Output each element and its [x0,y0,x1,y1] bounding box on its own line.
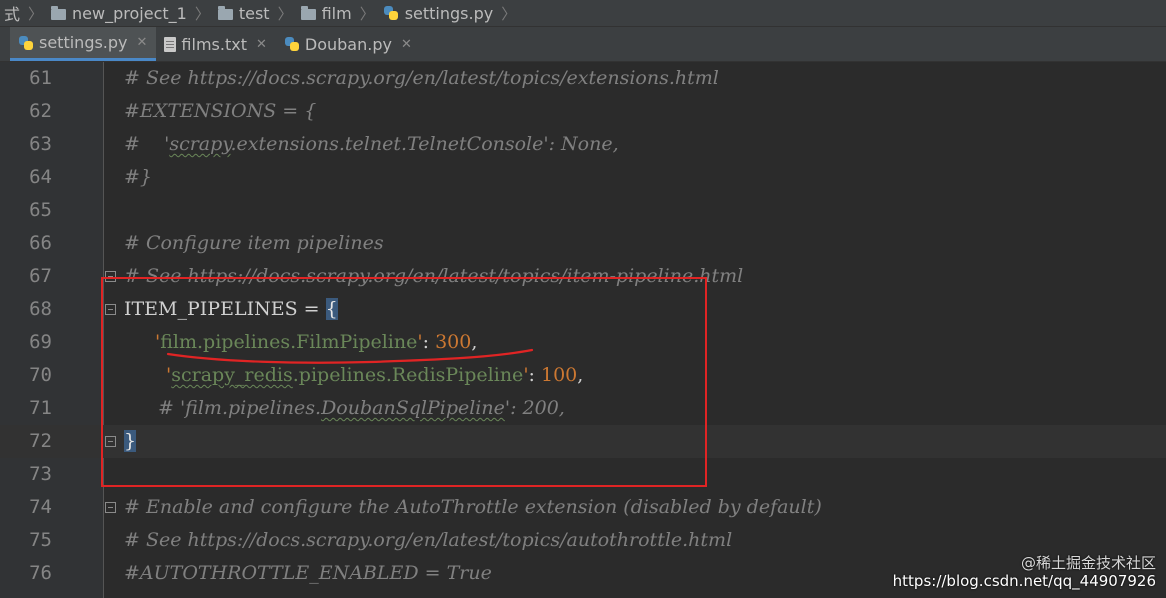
code-line[interactable]: 74 # Enable and configure the AutoThrott… [0,491,1166,524]
breadcrumb-item-test[interactable]: test [214,4,274,23]
breadcrumb-item-settings[interactable]: settings.py [379,4,498,23]
breadcrumb-label: film [321,3,352,23]
code-text: # Enable and configure the AutoThrottle … [124,496,822,518]
python-file-icon [284,36,300,52]
code-line[interactable]: 66 # Configure item pipelines [0,227,1166,260]
editor-tab-bar: settings.py ✕ films.txt ✕ Douban.py ✕ [0,27,1166,62]
line-number: 74 [29,496,52,518]
code-token: # ' [124,133,170,155]
code-line[interactable]: 61 # See https://docs.scrapy.org/en/late… [0,62,1166,95]
code-line[interactable]: 75 # See https://docs.scrapy.org/en/late… [0,524,1166,557]
tab-douban-py[interactable]: Douban.py ✕ [276,27,421,61]
line-number: 62 [29,100,52,122]
close-icon[interactable]: ✕ [401,37,412,52]
breadcrumb-item-project[interactable]: new_project_1 [47,4,191,23]
line-number: 64 [29,166,52,188]
folder-icon [300,5,316,20]
line-number: 73 [29,463,52,485]
folder-icon [217,5,233,20]
breadcrumb: 式 〉 new_project_1 〉 test 〉 film 〉 settin… [0,0,1166,27]
code-text: # See https://docs.scrapy.org/en/latest/… [124,529,733,551]
tab-label: settings.py [39,33,128,52]
close-icon[interactable]: ✕ [256,37,267,52]
code-token: .extensions.telnet.TelnetConsole': None, [230,133,619,155]
line-number: 72 [29,430,52,452]
line-number: 75 [29,529,52,551]
code-text: #EXTENSIONS = { [124,100,317,122]
line-number: 70 [29,364,52,386]
typo-underlined-token: scrapy [169,133,231,155]
breadcrumb-item-partial[interactable]: 式 [0,1,24,25]
breadcrumb-label: settings.py [404,3,494,23]
red-underline-annotation [166,348,534,364]
python-file-icon [383,5,399,21]
close-icon[interactable]: ✕ [137,35,148,50]
code-text: #} [124,166,153,188]
line-number: 76 [29,562,52,584]
red-annotation-box [101,277,707,487]
code-line[interactable]: 65 [0,194,1166,227]
line-number: 67 [29,265,52,287]
python-file-icon [18,35,34,51]
line-number: 66 [29,232,52,254]
fold-icon[interactable] [105,502,116,513]
tab-label: Douban.py [304,34,392,54]
line-number: 61 [29,67,52,89]
breadcrumb-item-film[interactable]: film [297,4,356,23]
line-number: 69 [29,331,52,353]
tab-settings-py[interactable]: settings.py ✕ [10,27,157,61]
chevron-right-icon: 〉 [501,4,517,23]
code-line[interactable]: 62 #EXTENSIONS = { [0,95,1166,128]
line-number: 63 [29,133,52,155]
chevron-right-icon: 〉 [359,4,375,23]
watermark-line-1: @稀土掘金技术社区 [1020,554,1156,572]
code-line[interactable]: 63 # 'scrapy.extensions.telnet.TelnetCon… [0,128,1166,161]
code-text: # See https://docs.scrapy.org/en/latest/… [124,67,719,89]
breadcrumb-label: 式 [4,5,21,24]
code-text: #AUTOTHROTTLE_ENABLED = True [124,562,492,584]
watermark-line-2: https://blog.csdn.net/qq_44907926 [892,572,1156,590]
code-text: # Configure item pipelines [124,232,384,254]
chevron-right-icon: 〉 [28,4,44,23]
tab-films-txt[interactable]: films.txt ✕ [156,27,275,61]
breadcrumb-label: test [238,3,270,23]
code-text: # 'scrapy.extensions.telnet.TelnetConsol… [124,128,619,161]
tab-label: films.txt [181,34,247,54]
chevron-right-icon: 〉 [194,4,210,23]
line-number: 65 [29,199,52,221]
watermark: @稀土掘金技术社区 https://blog.csdn.net/qq_44907… [893,554,1156,590]
text-file-icon [164,36,177,52]
line-number: 68 [29,298,52,320]
breadcrumb-label: new_project_1 [72,3,187,23]
chevron-right-icon: 〉 [277,4,293,23]
folder-icon [51,5,67,20]
line-number: 71 [29,397,52,419]
code-line[interactable]: 64 #} [0,161,1166,194]
